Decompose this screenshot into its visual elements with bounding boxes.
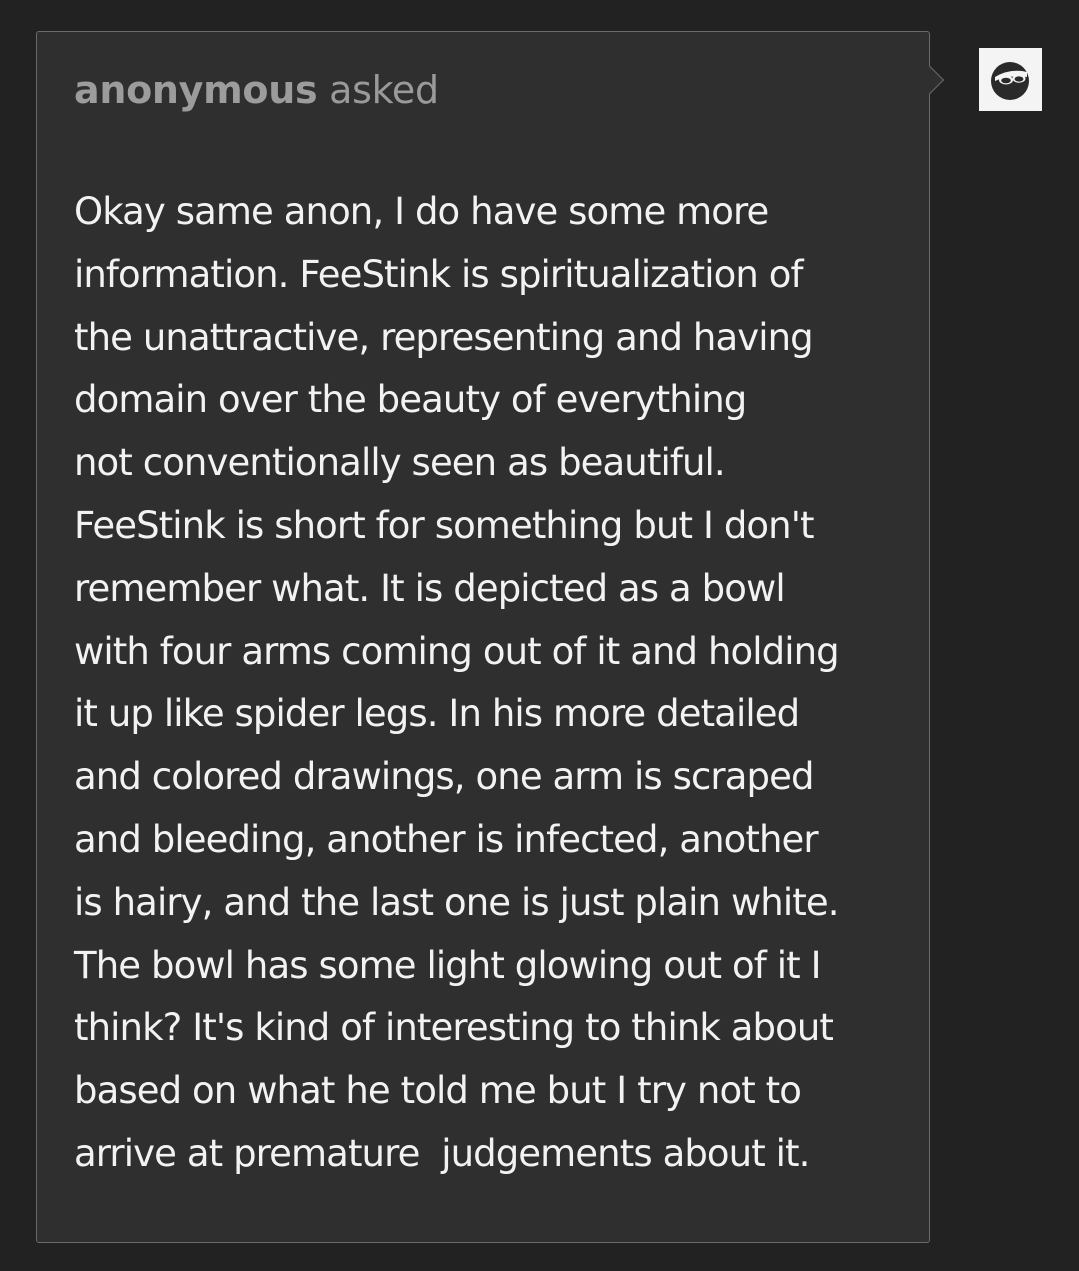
ask-text-line: FeeStink is short for something but I do… (74, 503, 814, 547)
ask-header: anonymous asked (74, 68, 892, 112)
ask-text-line: based on what he told me but I try not t… (74, 1069, 802, 1113)
ask-text-line: is hairy, and the last one is just plain… (74, 880, 839, 924)
ask-bubble-pointer (915, 65, 945, 95)
ask-text-line: and bleeding, another is infected, anoth… (74, 817, 819, 861)
ask-text-line: Okay same anon, I do have some more (74, 190, 769, 233)
asked-label: asked (329, 68, 439, 112)
sunglasses-face-icon (990, 61, 1029, 100)
asker-name[interactable]: anonymous (74, 68, 318, 112)
ask-text-line: think? It's kind of interesting to think… (74, 1006, 834, 1050)
ask-text-line: remember what. It is depicted as a bowl (74, 566, 786, 610)
ask-text-line: not conventionally seen as beautiful. (74, 441, 726, 485)
ask-text-line: it up like spider legs. In his more deta… (74, 692, 800, 736)
ask-text-line: The bowl has some light glowing out of i… (74, 943, 821, 987)
ask-text-line: with four arms coming out of it and hold… (74, 629, 840, 673)
ask-text-line: information. FeeStink is spiritualizatio… (74, 252, 804, 296)
ask-text-line: the unattractive, representing and havin… (74, 315, 814, 359)
ask-body: Okay same anon, I do have some more info… (74, 181, 904, 1186)
ask-text-line: and colored drawings, one arm is scraped (74, 755, 814, 799)
anonymous-avatar[interactable] (979, 48, 1042, 111)
ask-text-line: domain over the beauty of everything (74, 378, 747, 422)
ask-text-line: arrive at premature judgements about it. (74, 1131, 810, 1175)
ask-card: anonymous asked Okay same anon, I do hav… (36, 31, 945, 1243)
